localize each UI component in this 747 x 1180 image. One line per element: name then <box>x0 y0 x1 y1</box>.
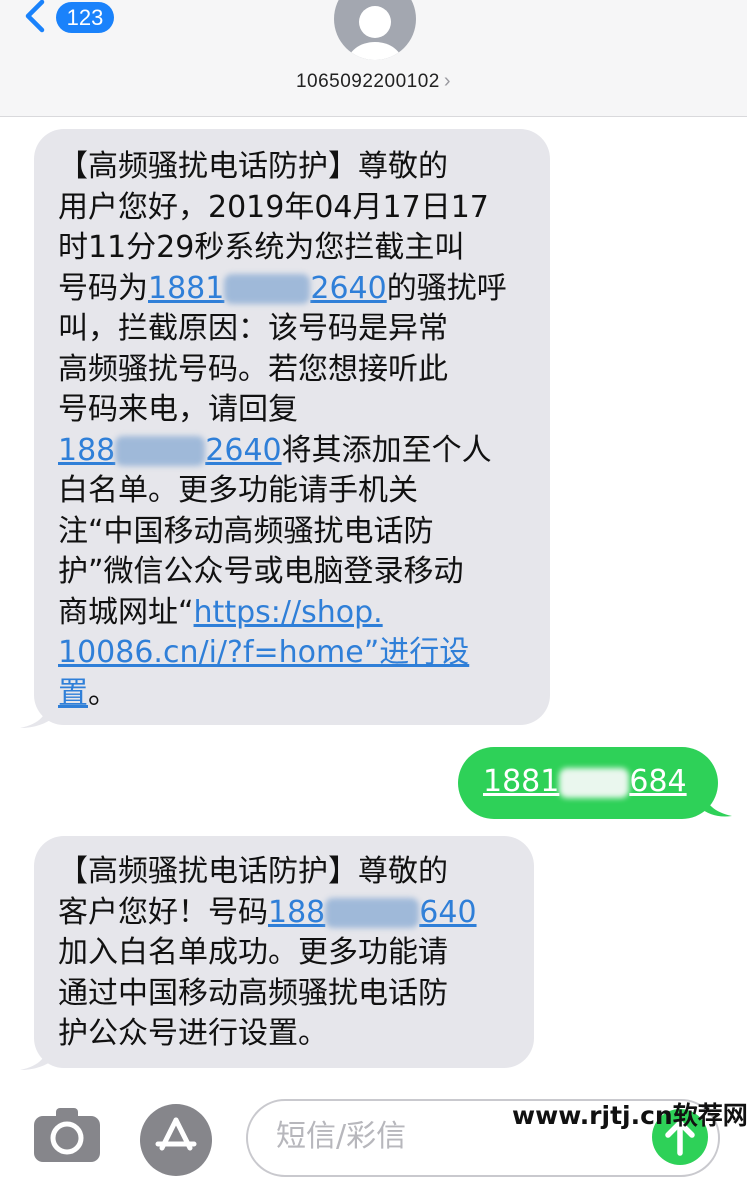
message-text-run: 。 <box>88 675 118 711</box>
message-line: 时11分29秒系统为您拦截主叫 <box>58 228 530 269</box>
message-text: 1881 684 <box>483 762 718 803</box>
message-text-run: 高频骚扰号码。若您想接听此 <box>58 351 448 387</box>
message-text-run: 护”微信公众号或电脑登录移动 <box>58 554 464 589</box>
message-line: 号码为1881 2640的骚扰呼 <box>58 269 530 310</box>
message-text: 【高频骚扰电话防护】尊敬的用户您好，2019年04月17日17 时11分29秒系统… <box>58 147 530 714</box>
contact-name[interactable]: 1065092200102 › <box>0 70 747 93</box>
message-text-run: 时11分29秒系统为您拦截主叫 <box>58 230 465 265</box>
message-text-run: 号码为 <box>58 270 148 306</box>
app-store-icon <box>155 1117 197 1151</box>
contact-avatar[interactable] <box>334 0 416 60</box>
contact-number: 1065092200102 <box>295 71 440 92</box>
message-line: 高频骚扰号码。若您想接听此 <box>58 350 530 391</box>
message-text-run: 的骚扰呼 <box>386 270 507 306</box>
message-text-run: 加入白名单成功。更多功能请 <box>58 935 448 970</box>
bubble-tail <box>20 1042 56 1070</box>
message-line: 护公众号进行设置。 <box>58 1014 516 1055</box>
redacted-number-blur <box>115 436 206 466</box>
message-line: 置。 <box>58 674 530 715</box>
message-text-run: 将其添加至个人 <box>281 432 492 468</box>
message-text-run: 用户您好，2019年04月17日17 <box>58 189 489 225</box>
message-line: 叫，拦截原因：该号码是异常 <box>58 309 530 350</box>
message-line: 通过中国移动高频骚扰电话防 <box>58 974 516 1015</box>
message-text-run: 白名单。更多功能请手机关 <box>58 473 418 508</box>
message-line: 客户您好！号码188 640 <box>58 893 516 934</box>
conversation-header: 123 1065092200102 › <box>0 0 747 117</box>
message-text-run: 通过中国移动高频骚扰电话防 <box>58 975 448 1011</box>
message-line: 加入白名单成功。更多功能请 <box>58 933 516 974</box>
unread-count-badge: 123 <box>56 1 114 33</box>
redacted-number-blur <box>559 767 630 798</box>
message-line: 护”微信公众号或电脑登录移动 <box>58 552 530 593</box>
message-line: 号码来电，请回复 <box>58 390 530 431</box>
watermark-text: www.rjtj.cn软荐网 <box>512 1101 747 1130</box>
message-link[interactable]: 188 <box>268 895 325 930</box>
message-text-run: 叫，拦截原因：该号码是异常 <box>58 311 448 346</box>
app-store-button[interactable] <box>140 1104 212 1176</box>
chevron-right-icon: › <box>443 70 452 92</box>
message-text-run: 号码来电，请回复 <box>58 392 298 427</box>
message-text-run: 注“中国移动高频骚扰电话防 <box>58 513 434 549</box>
redacted-number-blur <box>325 898 420 928</box>
message-link[interactable]: 置 <box>58 676 88 711</box>
back-button[interactable]: 123 <box>22 0 114 34</box>
message-link[interactable]: https://shop. <box>194 595 383 630</box>
message-link[interactable]: 2640 <box>205 433 281 468</box>
message-link[interactable]: 2640 <box>310 271 386 306</box>
message-line: 188 2640将其添加至个人 <box>58 431 530 472</box>
message-link[interactable]: 10086.cn/i/?f=home”进行设 <box>58 635 469 670</box>
avatar-icon <box>347 6 403 60</box>
bubble-tail <box>20 700 56 728</box>
camera-icon[interactable] <box>34 1106 100 1162</box>
message-text-run: 【高频骚扰电话防护】尊敬的 <box>58 854 448 889</box>
message-line: 注“中国移动高频骚扰电话防 <box>58 512 530 553</box>
message-text: 【高频骚扰电话防护】尊敬的 客户您好！号码188 640 加入白名单成功。更多功能请通… <box>58 852 516 1055</box>
message-input[interactable] <box>274 1115 508 1157</box>
message-text-run: 护公众号进行设置。 <box>58 1016 328 1051</box>
redacted-number-blur <box>224 274 311 304</box>
message-text-run: 【高频骚扰电话防护】尊敬的 <box>58 149 448 184</box>
message-bubble-incoming-1: 【高频骚扰电话防护】尊敬的用户您好，2019年04月17日17 时11分29秒系统… <box>34 129 550 725</box>
message-link[interactable]: 640 <box>419 895 476 930</box>
message-link[interactable]: 1881 <box>483 764 559 799</box>
message-line: 商城网址“https://shop. <box>58 593 530 634</box>
message-line: 1881 684 <box>483 762 718 803</box>
message-bubble-outgoing: 1881 684 <box>458 747 718 819</box>
message-text-run: 客户您好！号码 <box>58 894 268 930</box>
message-link[interactable]: 1881 <box>148 271 224 306</box>
message-line: 10086.cn/i/?f=home”进行设 <box>58 633 530 674</box>
message-line: 【高频骚扰电话防护】尊敬的 <box>58 852 516 893</box>
bubble-tail <box>700 792 732 817</box>
message-line: 用户您好，2019年04月17日17 <box>58 188 530 229</box>
message-link[interactable]: 188 <box>58 433 115 468</box>
message-text-run: 商城网址“ <box>58 594 194 630</box>
message-link[interactable]: 684 <box>629 764 686 799</box>
chevron-left-icon <box>25 0 45 33</box>
message-bubble-incoming-2: 【高频骚扰电话防护】尊敬的 客户您好！号码188 640 加入白名单成功。更多功能请通… <box>34 836 534 1068</box>
message-line: 【高频骚扰电话防护】尊敬的 <box>58 147 530 188</box>
message-line: 白名单。更多功能请手机关 <box>58 471 530 512</box>
